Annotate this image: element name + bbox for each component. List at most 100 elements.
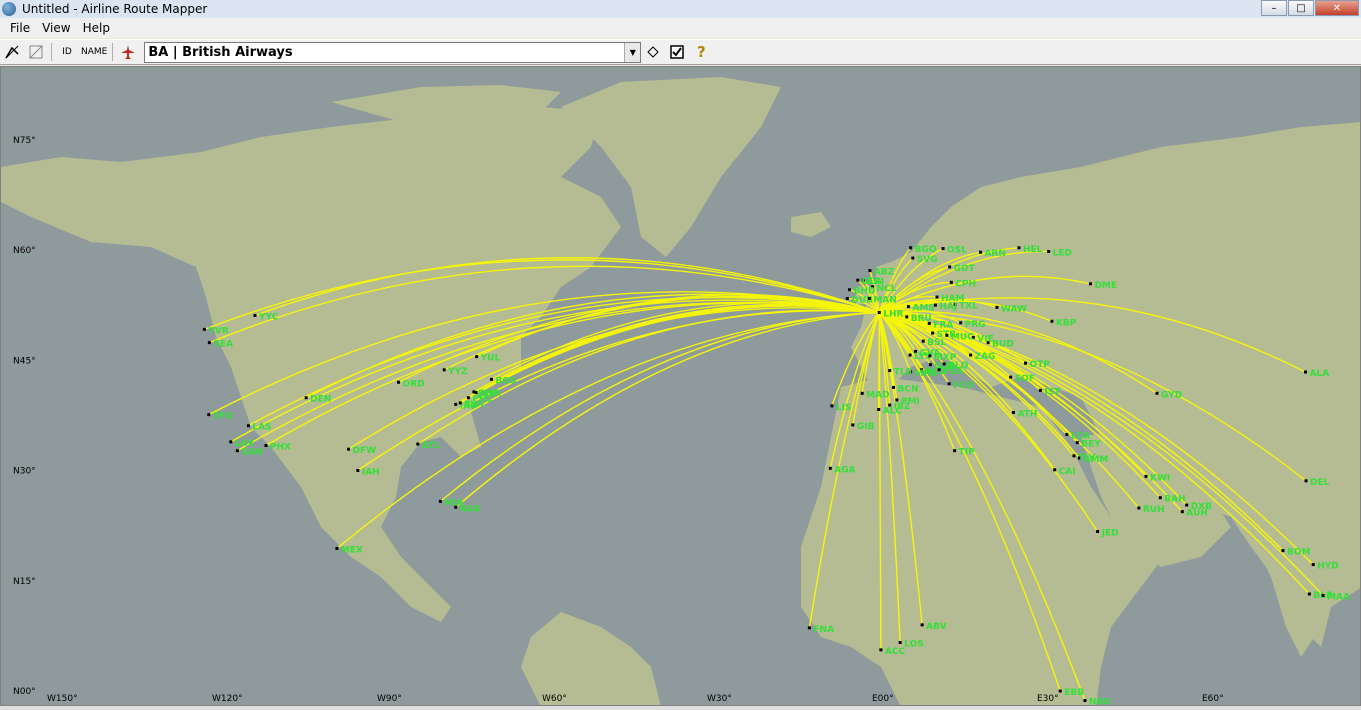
- airport-dot[interactable]: [235, 449, 239, 453]
- airport-label[interactable]: BSL: [927, 338, 946, 348]
- airport-label[interactable]: LIS: [836, 403, 852, 413]
- airport-dot[interactable]: [1017, 246, 1021, 250]
- airport-label[interactable]: SFO: [213, 412, 234, 422]
- airport-dot[interactable]: [879, 648, 883, 652]
- airport-dot[interactable]: [1047, 249, 1051, 253]
- airport-label[interactable]: NBO: [1089, 698, 1111, 706]
- airport-label[interactable]: TIP: [959, 448, 975, 458]
- maximize-button[interactable]: □: [1288, 0, 1314, 16]
- airport-dot[interactable]: [246, 424, 250, 428]
- airport-dot[interactable]: [438, 499, 442, 503]
- airport-dot[interactable]: [207, 413, 211, 417]
- airport-dot[interactable]: [905, 315, 909, 319]
- map-view[interactable]: N75° N60° N45° N30° N15° N00° W150° W120° W90° W6…: [0, 66, 1361, 706]
- airport-dot[interactable]: [892, 385, 896, 389]
- airport-dot[interactable]: [1053, 468, 1057, 472]
- airport-label[interactable]: LED: [1053, 248, 1072, 258]
- airport-dot[interactable]: [969, 353, 973, 357]
- airport-label[interactable]: BAH: [1164, 495, 1185, 505]
- airport-label[interactable]: BOM: [1287, 548, 1311, 558]
- airport-dot[interactable]: [490, 377, 493, 381]
- airport-dot[interactable]: [458, 401, 462, 405]
- menu-help[interactable]: Help: [77, 21, 116, 35]
- airport-dot[interactable]: [1155, 391, 1159, 395]
- airport-dot[interactable]: [828, 466, 832, 470]
- airport-label[interactable]: OTP: [1030, 360, 1051, 370]
- clear-routes-button[interactable]: [26, 42, 46, 62]
- airport-dot[interactable]: [909, 246, 913, 250]
- airport-dot[interactable]: [1307, 592, 1311, 596]
- airport-dot[interactable]: [937, 368, 941, 372]
- airport-dot[interactable]: [207, 341, 211, 345]
- airport-label[interactable]: ALA: [1310, 369, 1330, 379]
- airport-label[interactable]: SOF: [1015, 374, 1035, 384]
- airport-label[interactable]: IBZ: [894, 402, 911, 412]
- airport-dot[interactable]: [1011, 410, 1015, 414]
- airport-dot[interactable]: [877, 310, 881, 314]
- airport-label[interactable]: WAW: [1001, 304, 1027, 314]
- airport-label[interactable]: AMS: [912, 304, 934, 314]
- airport-dot[interactable]: [1096, 530, 1100, 534]
- airport-dot[interactable]: [945, 333, 949, 337]
- airport-dot[interactable]: [304, 396, 308, 400]
- airport-dot[interactable]: [888, 403, 892, 407]
- airport-label[interactable]: GIB: [857, 422, 875, 432]
- airport-label[interactable]: FCO: [953, 381, 974, 391]
- airport-label[interactable]: PHX: [270, 443, 291, 453]
- airport-dot[interactable]: [921, 339, 925, 343]
- airport-label[interactable]: LHR: [883, 309, 903, 319]
- airport-dot[interactable]: [1072, 454, 1076, 458]
- airport-dot[interactable]: [335, 546, 339, 550]
- airport-label[interactable]: PSA: [943, 367, 963, 377]
- airport-dot[interactable]: [347, 447, 350, 451]
- minimize-button[interactable]: –: [1261, 0, 1287, 16]
- airport-dot[interactable]: [995, 305, 999, 309]
- airport-dot[interactable]: [1088, 282, 1092, 286]
- airport-dot[interactable]: [1321, 593, 1325, 597]
- airport-label[interactable]: EBB: [1064, 688, 1084, 698]
- airport-dot[interactable]: [1024, 361, 1028, 365]
- airport-label[interactable]: NAS: [460, 504, 481, 514]
- airport-dot[interactable]: [1281, 549, 1285, 553]
- airport-dot[interactable]: [947, 382, 951, 386]
- help-button[interactable]: ?: [691, 42, 711, 62]
- airport-label[interactable]: SEA: [213, 340, 233, 350]
- airport-label[interactable]: GYD: [1161, 390, 1182, 400]
- airport-dot[interactable]: [475, 355, 479, 359]
- airport-label[interactable]: TLS: [894, 368, 912, 378]
- airport-dot[interactable]: [906, 305, 910, 309]
- airport-label[interactable]: CAI: [1059, 467, 1076, 477]
- airport-label[interactable]: ZAG: [975, 352, 996, 362]
- airport-dot[interactable]: [927, 322, 931, 325]
- airport-label[interactable]: YUL: [480, 354, 501, 364]
- airport-label[interactable]: AUH: [1186, 509, 1208, 519]
- airport-dot[interactable]: [1009, 375, 1013, 379]
- diamond-button[interactable]: [643, 42, 663, 62]
- airport-label[interactable]: ATH: [1017, 409, 1037, 419]
- airport-dot[interactable]: [397, 380, 401, 384]
- airport-dot[interactable]: [454, 402, 458, 406]
- airport-dot[interactable]: [867, 297, 871, 301]
- airline-select[interactable]: BA | British Airways ▼: [144, 41, 642, 63]
- airport-label[interactable]: KWI: [1150, 473, 1170, 483]
- airport-dot[interactable]: [931, 331, 935, 335]
- airport-dot[interactable]: [1180, 510, 1184, 514]
- airport-dot[interactable]: [888, 369, 892, 373]
- airport-dot[interactable]: [1158, 496, 1162, 500]
- airport-dot[interactable]: [807, 626, 811, 630]
- airport-label[interactable]: TLV: [1078, 453, 1096, 463]
- airport-dot[interactable]: [466, 396, 470, 400]
- airport-label[interactable]: MAD: [866, 390, 889, 400]
- menu-view[interactable]: View: [36, 21, 76, 35]
- airport-dot[interactable]: [928, 363, 932, 367]
- airport-dot[interactable]: [877, 407, 881, 411]
- airport-label[interactable]: GOT: [954, 264, 976, 274]
- airport-dot[interactable]: [959, 321, 963, 325]
- airport-dot[interactable]: [356, 469, 360, 472]
- airport-label[interactable]: SAN: [241, 448, 262, 458]
- airport-dot[interactable]: [1083, 699, 1087, 703]
- airport-label[interactable]: ABV: [926, 622, 946, 632]
- airport-label[interactable]: CPH: [955, 279, 976, 289]
- airport-label[interactable]: BGO: [915, 245, 937, 255]
- airport-dot[interactable]: [1311, 563, 1315, 567]
